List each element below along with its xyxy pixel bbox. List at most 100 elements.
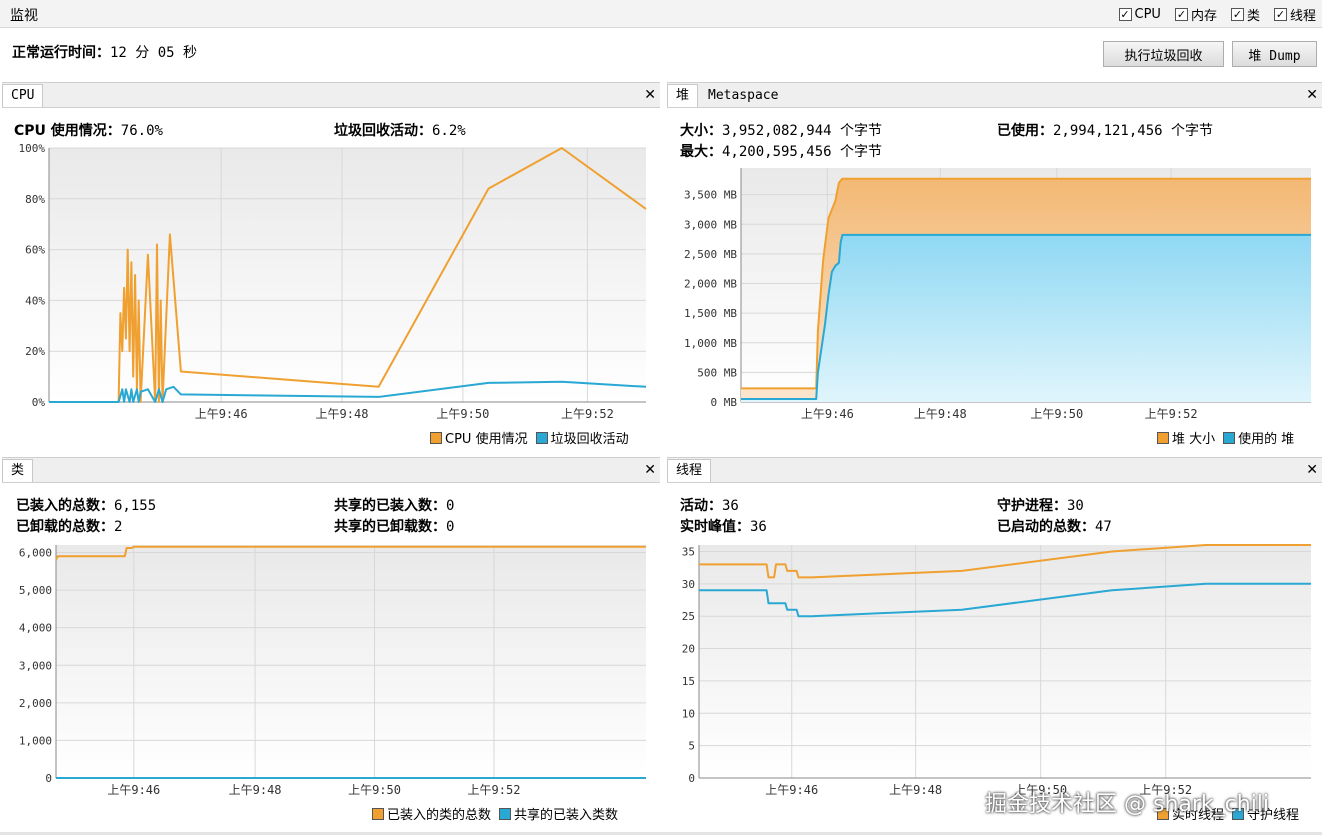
y-tick-label: 30 bbox=[682, 578, 695, 591]
shared-loaded-stat: 共享的已装入数：0 bbox=[334, 495, 454, 515]
x-tick-label: 上午9:48 bbox=[889, 783, 942, 797]
threads-peak-value: 36 bbox=[750, 519, 767, 535]
y-tick-label: 6,000 bbox=[19, 547, 52, 560]
y-tick-label: 3,500 MB bbox=[684, 189, 737, 202]
y-tick-label: 4,000 bbox=[19, 622, 52, 635]
x-tick-label: 上午9:46 bbox=[765, 783, 818, 797]
threads-chart: 05101520253035上午9:46 上午9:48 上午9:50 上午9:52 bbox=[682, 544, 1311, 797]
y-tick-label: 60% bbox=[25, 244, 45, 257]
heap-max-label: 最大： bbox=[680, 144, 722, 160]
threads-live-stat: 活动：36 bbox=[680, 495, 739, 515]
perform-gc-button[interactable]: 执行垃圾回收 bbox=[1103, 41, 1224, 67]
tab-cpu[interactable]: CPU bbox=[2, 84, 44, 107]
threads-started-label: 已启动的总数： bbox=[997, 519, 1095, 535]
legend-swatch-icon bbox=[1157, 432, 1169, 444]
threads-daemon-value: 30 bbox=[1067, 498, 1084, 514]
classes-panel-header: 类 ✕ bbox=[2, 457, 660, 483]
legend-heap-used: 使用的 堆 bbox=[1223, 428, 1294, 447]
legend-classes-loaded: 已装入的类的总数 bbox=[372, 804, 491, 823]
cpu-panel-header: CPU ✕ bbox=[2, 82, 660, 108]
y-tick-label: 1,500 MB bbox=[684, 307, 737, 320]
classes-legend: 已装入的类的总数 共享的已装入类数 bbox=[372, 804, 618, 823]
tab-heap[interactable]: 堆 bbox=[667, 84, 699, 107]
legend-cpu-usage-label: CPU 使用情况 bbox=[445, 432, 528, 447]
x-tick-label: 上午9:52 bbox=[561, 407, 614, 421]
heap-max-value: 4,200,595,456 个字节 bbox=[722, 144, 883, 160]
cpu-chart: 0% 20% 40% 60% 80% 100% 上午9:46 上午9:48 上午9:50 上午9:… bbox=[19, 142, 647, 421]
checkbox-checked-icon[interactable]: ✓ bbox=[1118, 8, 1132, 21]
toggle-memory[interactable]: ✓ 内存 bbox=[1174, 5, 1217, 24]
threads-live-label: 活动： bbox=[680, 498, 722, 514]
classes-unloaded-stat: 已卸载的总数：2 bbox=[16, 516, 122, 536]
x-tick-label: 上午9:48 bbox=[914, 407, 967, 421]
heap-size-label: 大小： bbox=[680, 123, 722, 139]
checkbox-checked-icon[interactable]: ✓ bbox=[1174, 8, 1188, 21]
threads-daemon-stat: 守护进程：30 bbox=[997, 495, 1084, 515]
y-tick-label: 3,000 MB bbox=[684, 218, 737, 231]
close-icon[interactable]: ✕ bbox=[1306, 87, 1318, 103]
y-tick-label: 2,000 bbox=[19, 697, 52, 710]
x-tick-label: 上午9:46 bbox=[195, 407, 248, 421]
toggle-classes[interactable]: ✓ 类 bbox=[1230, 5, 1260, 24]
cpu-usage-label: CPU 使用情况： bbox=[14, 123, 121, 139]
x-tick-label: 上午9:50 bbox=[1030, 407, 1083, 421]
legend-cpu-usage: CPU 使用情况 bbox=[430, 428, 528, 447]
toggle-cpu[interactable]: ✓ CPU bbox=[1118, 5, 1161, 24]
x-tick-label: 上午9:46 bbox=[801, 407, 854, 421]
memory-panel-header: 堆 Metaspace ✕ bbox=[667, 82, 1322, 108]
legend-gc-activity: 垃圾回收活动 bbox=[535, 428, 629, 447]
x-tick-label: 上午9:48 bbox=[229, 783, 282, 797]
classes-chart: 0 1,000 2,000 3,000 4,000 5,000 6,000 上午9:46 上午9… bbox=[19, 545, 646, 797]
y-tick-label: 0 MB bbox=[711, 396, 738, 409]
toggle-threads[interactable]: ✓ 线程 bbox=[1273, 5, 1316, 24]
heap-max-stat: 最大：4,200,595,456 个字节 bbox=[680, 141, 882, 161]
plot-area bbox=[699, 545, 1311, 778]
heap-used-value: 2,994,121,456 个字节 bbox=[1053, 123, 1214, 139]
y-tick-label: 100% bbox=[19, 142, 46, 155]
y-tick-label: 0 bbox=[688, 772, 695, 785]
gc-activity-label: 垃圾回收活动： bbox=[334, 123, 432, 139]
heap-dump-button[interactable]: 堆 Dump bbox=[1232, 41, 1317, 67]
legend-heap-used-label: 使用的 堆 bbox=[1238, 432, 1295, 447]
close-icon[interactable]: ✕ bbox=[644, 462, 656, 478]
y-tick-label: 1,000 bbox=[19, 734, 52, 747]
y-tick-label: 5,000 bbox=[19, 584, 52, 597]
y-tick-label: 25 bbox=[682, 610, 695, 623]
x-tick-label: 上午9:52 bbox=[1145, 407, 1198, 421]
cpu-usage-value: 76.0% bbox=[120, 123, 163, 139]
legend-swatch-icon bbox=[372, 808, 384, 820]
shared-unloaded-label: 共享的已卸载数： bbox=[334, 519, 446, 535]
y-tick-label: 35 bbox=[682, 545, 695, 558]
toggle-cpu-label: CPU bbox=[1134, 7, 1161, 22]
classes-loaded-value: 6,155 bbox=[114, 498, 157, 514]
legend-swatch-icon bbox=[535, 432, 548, 444]
y-tick-label: 0 bbox=[45, 772, 52, 785]
toggle-classes-label: 类 bbox=[1246, 9, 1260, 24]
shared-unloaded-stat: 共享的已卸载数：0 bbox=[334, 516, 454, 536]
y-tick-label: 40% bbox=[25, 294, 45, 307]
monitor-title: 监视 bbox=[10, 8, 38, 24]
uptime: 正常运行时间：12 分 05 秒 bbox=[12, 42, 197, 62]
checkbox-checked-icon[interactable]: ✓ bbox=[1273, 8, 1287, 21]
close-icon[interactable]: ✕ bbox=[1306, 462, 1318, 478]
legend-gc-activity-label: 垃圾回收活动 bbox=[550, 432, 629, 447]
threads-started-stat: 已启动的总数：47 bbox=[997, 516, 1112, 536]
tab-classes[interactable]: 类 bbox=[2, 459, 34, 482]
y-tick-label: 10 bbox=[682, 707, 695, 720]
tab-metaspace[interactable]: Metaspace bbox=[700, 85, 786, 107]
close-icon[interactable]: ✕ bbox=[644, 87, 656, 103]
threads-started-value: 47 bbox=[1095, 519, 1112, 535]
legend-classes-loaded-label: 已装入的类的总数 bbox=[387, 808, 492, 823]
threads-panel-header: 线程 ✕ bbox=[667, 457, 1322, 483]
x-tick-label: 上午9:48 bbox=[316, 407, 369, 421]
toggle-memory-label: 内存 bbox=[1190, 9, 1217, 24]
checkbox-checked-icon[interactable]: ✓ bbox=[1230, 8, 1244, 21]
legend-heap-size-label: 堆 大小 bbox=[1172, 432, 1216, 447]
y-tick-label: 20 bbox=[682, 643, 695, 656]
y-tick-label: 500 MB bbox=[697, 366, 737, 379]
y-tick-label: 2,000 MB bbox=[684, 278, 737, 291]
legend-shared-loaded: 共享的已装入类数 bbox=[499, 804, 618, 823]
y-tick-label: 3,000 bbox=[19, 659, 52, 672]
memory-legend: 堆 大小 使用的 堆 bbox=[1157, 428, 1294, 447]
tab-threads[interactable]: 线程 bbox=[667, 459, 712, 482]
